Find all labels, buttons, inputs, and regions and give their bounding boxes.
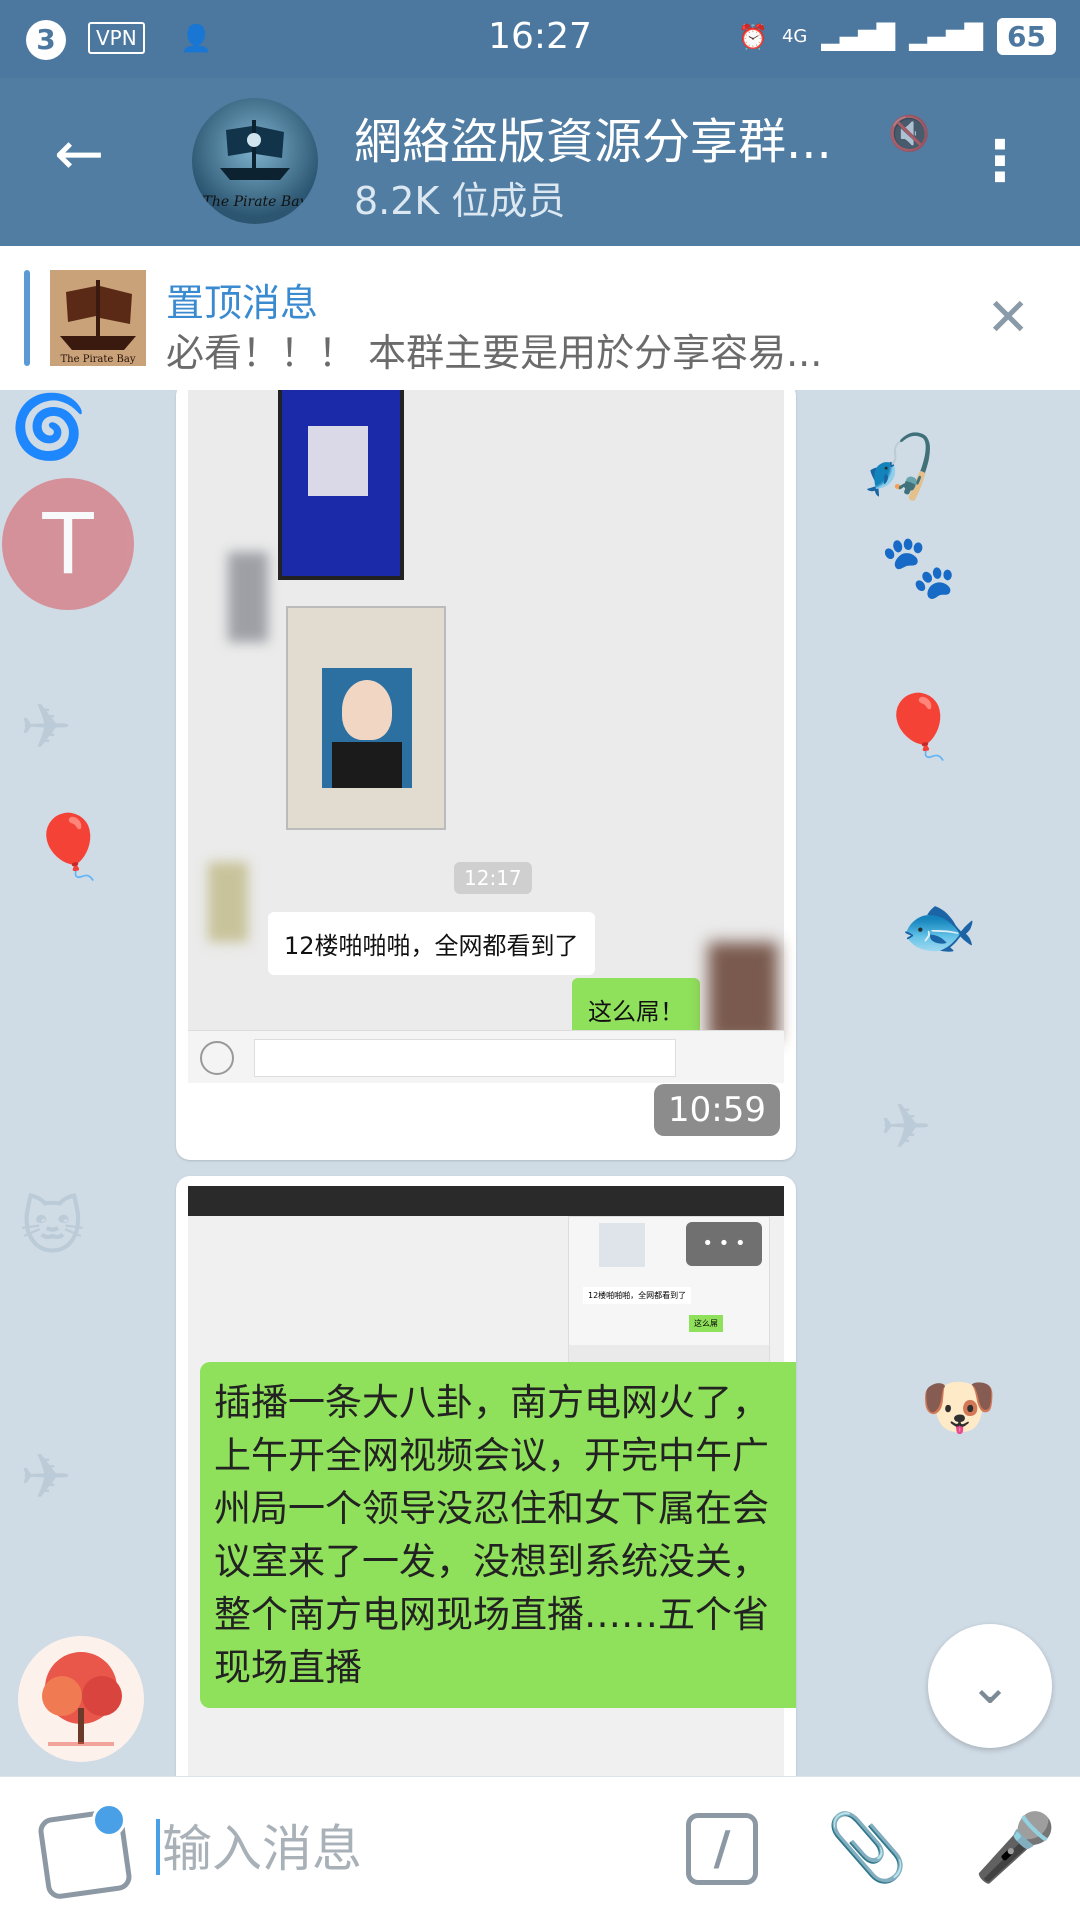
pinned-thumb-caption: The Pirate Bay (61, 354, 136, 365)
battery-level: 65 (997, 18, 1056, 55)
pirate-ship-icon (220, 120, 290, 180)
doodle-background: 🐱 (20, 1190, 85, 1263)
signal-icon-2: ▂▄▆█ (909, 22, 984, 51)
signal-icon: ▂▄▆█ (821, 22, 896, 51)
chat-screenshot-image: 12楼啪啪啪，全网都看到了 这么屌 • • • 插播一条大八卦，南方电网火了，上… (188, 1186, 796, 1776)
mini-incoming-bubble: 12楼啪啪啪，全网都看到了 (583, 1287, 692, 1304)
message-input-bar: / 📎 🎤 (0, 1776, 1080, 1921)
bot-command-icon[interactable]: / (686, 1813, 758, 1885)
doodle-background: ✈ (20, 690, 72, 763)
more-dots-icon: • • • (686, 1222, 762, 1266)
member-count: 8.2K 位成员 (354, 179, 566, 223)
portrait-photo (322, 668, 412, 788)
id-portrait (308, 426, 368, 496)
network-type: 4G (781, 26, 808, 47)
mute-icon: 🔇 (888, 114, 931, 154)
scroll-down-button[interactable]: ⌄ (928, 1624, 1052, 1748)
screenshot-input-bar (188, 1030, 784, 1083)
doodle-background: 🐟 (900, 890, 978, 963)
doodle-background: 🐾 (880, 530, 958, 603)
doodle-background: ✈ (20, 1440, 72, 1513)
mini-portrait (599, 1223, 645, 1267)
sender-avatar[interactable] (18, 1636, 144, 1762)
blurred-avatar (708, 942, 778, 1042)
doodle-background: 🎣 (860, 430, 938, 503)
doodle-background: 🌀 (10, 390, 88, 463)
image-message[interactable]: 12:17 12楼啪啪啪，全网都看到了 这么屌！ 10:59 (176, 390, 796, 1160)
avatar-caption: The Pirate Bay (202, 194, 308, 210)
doodle-background: 🎈 (30, 810, 108, 883)
phone-photo (278, 390, 404, 580)
maple-tree-icon (42, 1652, 122, 1746)
more-menu-icon[interactable]: ⋮ (972, 134, 1028, 190)
chat-screenshot-image: 12:17 12楼啪啪啪，全网都看到了 这么屌！ (188, 390, 784, 1083)
group-title[interactable]: 網絡盜版資源分享群... (354, 102, 832, 172)
back-arrow-icon[interactable]: ← (54, 124, 104, 184)
message-input[interactable] (160, 1813, 644, 1885)
pirate-ship-icon: The Pirate Bay (50, 270, 146, 366)
doodle-background: 🎈 (880, 690, 958, 763)
screenshot-incoming-bubble: 12楼啪啪啪，全网都看到了 (268, 912, 595, 975)
group-avatar[interactable]: The Pirate Bay (192, 98, 318, 224)
status-icons: ⏰ 4G ▂▄▆█ ▂▄▆█ 65 (738, 18, 1056, 55)
sticker-notification-dot (92, 1803, 126, 1837)
id-photo (286, 606, 446, 830)
user-avatar[interactable]: T (2, 478, 134, 610)
microphone-icon[interactable]: 🎤 (974, 1809, 1056, 1887)
blurred-avatar (208, 862, 248, 942)
pinned-text: 必看！！！ 本群主要是用於分享容易... (166, 331, 823, 375)
chat-area[interactable]: 🌀 ✈ 🎈 🐱 ✈ 🎣 🐾 🎈 🐟 ✈ 🐶 12:17 12楼啪啪啪，全网都看到… (0, 390, 1080, 1776)
image-message[interactable]: 12楼啪啪啪，全网都看到了 这么屌 • • • 插播一条大八卦，南方电网火了，上… (176, 1176, 796, 1776)
blurred-avatar (228, 552, 268, 642)
status-bar: 3 VPN 👤 16:27 ⏰ 4G ▂▄▆█ ▂▄▆█ 65 (0, 0, 1080, 78)
pinned-label: 置顶消息 (166, 281, 319, 325)
wechat-green-bubble: 插播一条大八卦，南方电网火了，上午开全网视频会议，开完中午广州局一个领导没忍住和… (200, 1362, 796, 1708)
screenshot-timestamp: 12:17 (454, 862, 532, 894)
attach-icon[interactable]: 📎 (826, 1809, 908, 1887)
doodle-background: ✈ (880, 1090, 932, 1163)
screenshot-top-bar (188, 1186, 784, 1216)
doodle-background: 🐶 (920, 1370, 998, 1443)
mini-outgoing-bubble: 这么屌 (689, 1315, 723, 1332)
close-icon[interactable]: ✕ (986, 288, 1030, 348)
chat-header: ← The Pirate Bay 網絡盜版資源分享群... 🔇 8.2K 位成员… (0, 78, 1080, 246)
pinned-message-bar[interactable]: The Pirate Bay 置顶消息 必看！！！ 本群主要是用於分享容易...… (0, 246, 1080, 392)
message-time: 10:59 (654, 1084, 780, 1136)
pinned-accent-bar (24, 270, 30, 366)
pinned-thumbnail: The Pirate Bay (50, 270, 146, 366)
alarm-icon: ⏰ (738, 22, 768, 51)
